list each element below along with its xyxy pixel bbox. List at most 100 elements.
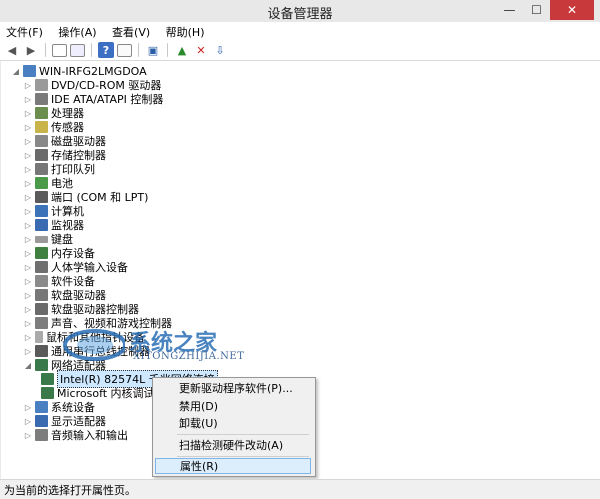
- ide-controller-icon: [35, 93, 48, 105]
- forward-arrow-icon[interactable]: ▶: [23, 42, 39, 58]
- root-label: WIN-IRFG2LMGDOA: [39, 64, 147, 78]
- menu-file[interactable]: 文件(F): [0, 22, 49, 42]
- disable-menu-item[interactable]: 禁用(D): [155, 398, 311, 414]
- back-arrow-icon[interactable]: ◀: [4, 42, 20, 58]
- scan-hardware-icon[interactable]: ▣: [145, 42, 161, 58]
- category-label: 音频输入和输出: [51, 429, 128, 442]
- tree-category[interactable]: ▷ 处理器: [23, 106, 84, 120]
- title-bar: 设备管理器 — ☐ ✕: [0, 0, 600, 23]
- tree-category[interactable]: ▷ 电池: [23, 176, 73, 190]
- tree-device[interactable]: Microsoft 内核调试: [39, 386, 155, 400]
- toolbar: ◀ ▶ ? ▣ ▲ ✕ ⇩: [0, 40, 600, 61]
- dvd-drive-icon: [35, 79, 48, 91]
- tree-category[interactable]: ▷ IDE ATA/ATAPI 控制器: [23, 92, 163, 106]
- tree-category[interactable]: ▷ 传感器: [23, 120, 84, 134]
- expand-arrow-icon[interactable]: ▷: [23, 403, 33, 412]
- expand-arrow-icon[interactable]: ▷: [23, 221, 33, 230]
- tree-category[interactable]: ▷ 磁盘驱动器: [23, 134, 106, 148]
- expand-arrow-icon[interactable]: ▷: [23, 81, 33, 90]
- tree-category[interactable]: ▷ 人体学输入设备: [23, 260, 128, 274]
- toolbar-separator: [167, 43, 168, 57]
- menu-separator: [177, 434, 309, 435]
- tree-category[interactable]: ▷ 端口 (COM 和 LPT): [23, 190, 148, 204]
- keyboard-icon: [35, 235, 48, 243]
- menu-action[interactable]: 操作(A): [52, 22, 102, 42]
- watermark-swoosh-icon: [63, 329, 127, 361]
- sound-icon: [35, 317, 48, 329]
- scan-hardware-menu-item[interactable]: 扫描检测硬件改动(A): [155, 437, 311, 453]
- tree-category[interactable]: ▷ 键盘: [23, 232, 73, 246]
- expand-arrow-icon[interactable]: ▷: [23, 431, 33, 440]
- expand-arrow-icon[interactable]: ▷: [23, 109, 33, 118]
- tree-category[interactable]: ▷ 显示适配器: [23, 414, 106, 428]
- close-button[interactable]: ✕: [550, 0, 594, 20]
- battery-icon: [35, 177, 48, 189]
- expand-arrow-icon[interactable]: ▷: [23, 347, 33, 356]
- menu-separator: [177, 456, 309, 457]
- list-view-icon[interactable]: [70, 43, 85, 57]
- properties-icon[interactable]: [117, 43, 132, 57]
- expand-arrow-icon[interactable]: ▷: [23, 165, 33, 174]
- expand-arrow-icon[interactable]: ▷: [23, 319, 33, 328]
- expand-arrow-icon[interactable]: ▷: [23, 277, 33, 286]
- tree-root[interactable]: ◢ WIN-IRFG2LMGDOA: [11, 64, 147, 78]
- tree-category[interactable]: ▷ 存储控制器: [23, 148, 106, 162]
- expand-arrow-icon[interactable]: ▷: [23, 123, 33, 132]
- toolbar-separator: [138, 43, 139, 57]
- maximize-button[interactable]: ☐: [523, 0, 550, 20]
- collapse-arrow-icon[interactable]: ◢: [23, 361, 33, 370]
- toolbar-separator: [45, 43, 46, 57]
- menu-view[interactable]: 查看(V): [106, 22, 156, 42]
- tree-category[interactable]: ▷ DVD/CD-ROM 驱动器: [23, 78, 161, 92]
- expand-arrow-icon[interactable]: ▷: [23, 151, 33, 160]
- memory-icon: [35, 247, 48, 259]
- tree-category[interactable]: ▷ 软件设备: [23, 274, 95, 288]
- watermark-logo: 系统之家 XITONGZHIJIA.NET: [61, 319, 261, 369]
- tree-category[interactable]: ▷ 计算机: [23, 204, 84, 218]
- window-controls: — ☐ ✕: [496, 0, 594, 20]
- system-device-icon: [35, 401, 48, 413]
- expand-arrow-icon[interactable]: ▷: [23, 207, 33, 216]
- expand-arrow-icon[interactable]: ▷: [23, 193, 33, 202]
- display-adapter-icon: [35, 415, 48, 427]
- update-driver-menu-item[interactable]: 更新驱动程序软件(P)...: [155, 380, 311, 396]
- menu-help[interactable]: 帮助(H): [160, 22, 211, 42]
- expand-arrow-icon[interactable]: ▷: [23, 417, 33, 426]
- tree-category[interactable]: ▷ 监视器: [23, 218, 84, 232]
- expand-arrow-icon[interactable]: ▷: [23, 333, 33, 342]
- audio-icon: [35, 429, 48, 441]
- collapse-arrow-icon[interactable]: ◢: [11, 67, 21, 76]
- tree-category[interactable]: ▷ 打印队列: [23, 162, 95, 176]
- watermark-site: XITONGZHIJIA.NET: [133, 351, 245, 362]
- tree-category[interactable]: ▷ 软盘驱动器: [23, 288, 106, 302]
- usb-icon: [35, 345, 48, 357]
- enable-device-icon[interactable]: ⇩: [212, 42, 228, 58]
- tree-category[interactable]: ▷ 软盘驱动器控制器: [23, 302, 139, 316]
- network-adapter-icon: [35, 359, 48, 371]
- expand-arrow-icon[interactable]: ▷: [23, 95, 33, 104]
- expand-arrow-icon[interactable]: ▷: [23, 291, 33, 300]
- expand-arrow-icon[interactable]: ▷: [23, 305, 33, 314]
- sensor-icon: [35, 121, 48, 133]
- help-icon[interactable]: ?: [98, 42, 114, 58]
- expand-arrow-icon[interactable]: ▷: [23, 179, 33, 188]
- expand-arrow-icon[interactable]: ▷: [23, 137, 33, 146]
- expand-arrow-icon[interactable]: ▷: [23, 263, 33, 272]
- status-bar: 为当前的选择打开属性页。: [0, 479, 600, 499]
- properties-menu-item[interactable]: 属性(R): [155, 458, 311, 474]
- tree-category[interactable]: ▷ 音频输入和输出: [23, 428, 128, 442]
- expand-arrow-icon[interactable]: ▷: [23, 235, 33, 244]
- software-device-icon: [35, 275, 48, 287]
- tree-category[interactable]: ▷ 内存设备: [23, 246, 95, 260]
- expand-arrow-icon[interactable]: ▷: [23, 249, 33, 258]
- uninstall-menu-item[interactable]: 卸载(U): [155, 415, 311, 431]
- update-driver-icon[interactable]: ▲: [174, 42, 190, 58]
- status-text: 为当前的选择打开属性页。: [4, 483, 136, 497]
- tree-category[interactable]: ▷ 系统设备: [23, 400, 95, 414]
- show-hide-tree-icon[interactable]: [52, 43, 67, 57]
- printer-icon: [35, 163, 48, 175]
- uninstall-icon[interactable]: ✕: [193, 42, 209, 58]
- minimize-button[interactable]: —: [496, 0, 523, 20]
- toolbar-separator: [91, 43, 92, 57]
- network-card-icon: [41, 387, 54, 399]
